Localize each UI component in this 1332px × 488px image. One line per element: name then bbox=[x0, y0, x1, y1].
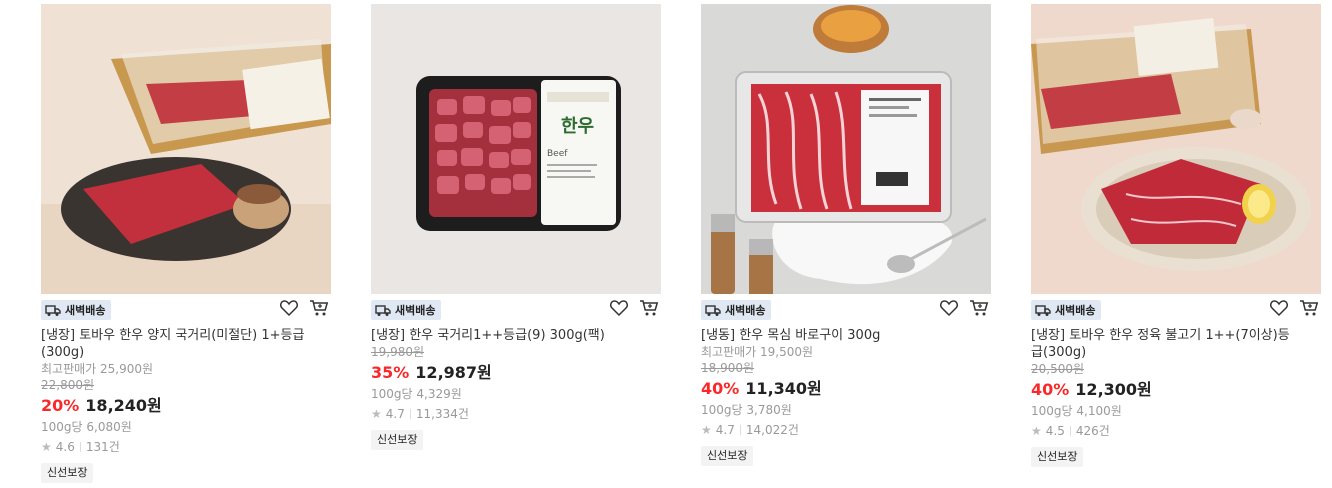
star-icon: ★ bbox=[701, 423, 712, 437]
cart-icon[interactable] bbox=[1299, 298, 1319, 318]
review-count: 14,022건 bbox=[745, 423, 799, 437]
unit-price: 100g당 6,080원 bbox=[41, 420, 132, 434]
fresh-tag: 신선보장 bbox=[371, 430, 424, 450]
rating: ★ 4.5 426건 bbox=[1031, 423, 1323, 439]
product-title[interactable]: [냉동] 한우 목심 바로구이 300g bbox=[701, 327, 967, 344]
discount-rate: 40% bbox=[1031, 380, 1070, 399]
product-card[interactable]: 새벽배송 [냉장] 토바우 한우 정육 불고기 1++(7이상)등급(300g)… bbox=[1031, 4, 1323, 467]
product-title[interactable]: [냉장] 토바우 한우 양지 국거리(미절단) 1+등급 (300g) bbox=[41, 327, 307, 361]
rating-value: 4.7 bbox=[715, 423, 735, 437]
delivery-badge: 새벽배송 bbox=[1031, 300, 1102, 320]
svg-text:Beef: Beef bbox=[547, 149, 568, 159]
price-value: 11,340원 bbox=[745, 379, 822, 398]
sale-price: 20% 18,240원 bbox=[41, 395, 333, 417]
heart-icon[interactable] bbox=[939, 298, 959, 318]
lowest-price-label: 최고판매가 19,500원 bbox=[701, 345, 814, 359]
review-count: 11,334건 bbox=[415, 407, 469, 421]
star-icon: ★ bbox=[371, 407, 382, 421]
original-price: 20,500원 bbox=[1031, 362, 1085, 376]
rating-value: 4.5 bbox=[1045, 424, 1065, 438]
product-card[interactable]: 한우 Beef 새벽배송 [냉장] 한우 국거리1++등급(9) 300g(팩)… bbox=[371, 4, 663, 450]
review-count: 426건 bbox=[1075, 424, 1110, 438]
truck-icon bbox=[1035, 305, 1051, 316]
unit-price: 100g당 4,329원 bbox=[371, 387, 462, 401]
sale-price: 40% 12,300원 bbox=[1031, 379, 1323, 401]
product-image[interactable] bbox=[1031, 4, 1321, 294]
star-icon: ★ bbox=[1031, 424, 1042, 438]
delivery-badge: 새벽배송 bbox=[41, 300, 112, 320]
product-grid: 새벽배송 [냉장] 토바우 한우 양지 국거리(미절단) 1+등급 (300g)… bbox=[0, 0, 1332, 488]
discount-rate: 20% bbox=[41, 396, 80, 415]
heart-icon[interactable] bbox=[609, 298, 629, 318]
unit-price: 100g당 3,780원 bbox=[701, 403, 792, 417]
sale-price: 40% 11,340원 bbox=[701, 378, 993, 400]
delivery-badge: 새벽배송 bbox=[701, 300, 772, 320]
cart-icon[interactable] bbox=[969, 298, 989, 318]
price-value: 12,987원 bbox=[415, 363, 492, 382]
fresh-tag: 신선보장 bbox=[1031, 447, 1084, 467]
rating: ★ 4.6 131건 bbox=[41, 439, 333, 455]
sale-price: 35% 12,987원 bbox=[371, 362, 663, 384]
svg-text:한우: 한우 bbox=[561, 116, 594, 137]
product-card[interactable]: 새벽배송 [냉장] 토바우 한우 양지 국거리(미절단) 1+등급 (300g)… bbox=[41, 4, 333, 483]
star-icon: ★ bbox=[41, 440, 52, 454]
delivery-badge-label: 새벽배송 bbox=[395, 304, 436, 317]
delivery-badge: 새벽배송 bbox=[371, 300, 442, 320]
truck-icon bbox=[375, 305, 391, 316]
original-price: 18,900원 bbox=[701, 361, 755, 375]
cart-icon[interactable] bbox=[639, 298, 659, 318]
heart-icon[interactable] bbox=[279, 298, 299, 318]
truck-icon bbox=[45, 305, 61, 316]
rating: ★ 4.7 11,334건 bbox=[371, 406, 663, 422]
lowest-price-label: 최고판매가 25,900원 bbox=[41, 362, 154, 376]
truck-icon bbox=[705, 305, 721, 316]
original-price: 22,800원 bbox=[41, 378, 95, 392]
product-card[interactable]: 새벽배송 [냉동] 한우 목심 바로구이 300g 최고판매가 19,500원 … bbox=[701, 4, 993, 466]
review-count: 131건 bbox=[85, 440, 120, 454]
fresh-tag: 신선보장 bbox=[41, 463, 94, 483]
rating-value: 4.6 bbox=[55, 440, 75, 454]
original-price: 19,980원 bbox=[371, 345, 425, 359]
delivery-badge-label: 새벽배송 bbox=[65, 304, 106, 317]
discount-rate: 40% bbox=[701, 379, 740, 398]
cart-icon[interactable] bbox=[309, 298, 329, 318]
product-title[interactable]: [냉장] 한우 국거리1++등급(9) 300g(팩) bbox=[371, 327, 637, 344]
product-image[interactable]: 한우 Beef bbox=[371, 4, 661, 294]
rating: ★ 4.7 14,022건 bbox=[701, 422, 993, 438]
discount-rate: 35% bbox=[371, 363, 410, 382]
delivery-badge-label: 새벽배송 bbox=[1055, 304, 1096, 317]
price-value: 18,240원 bbox=[85, 396, 162, 415]
product-image[interactable] bbox=[701, 4, 991, 294]
heart-icon[interactable] bbox=[1269, 298, 1289, 318]
price-value: 12,300원 bbox=[1075, 380, 1152, 399]
product-title[interactable]: [냉장] 토바우 한우 정육 불고기 1++(7이상)등급(300g) bbox=[1031, 327, 1297, 361]
fresh-tag: 신선보장 bbox=[701, 446, 754, 466]
rating-value: 4.7 bbox=[385, 407, 405, 421]
product-image[interactable] bbox=[41, 4, 331, 294]
unit-price: 100g당 4,100원 bbox=[1031, 404, 1122, 418]
delivery-badge-label: 새벽배송 bbox=[725, 304, 766, 317]
